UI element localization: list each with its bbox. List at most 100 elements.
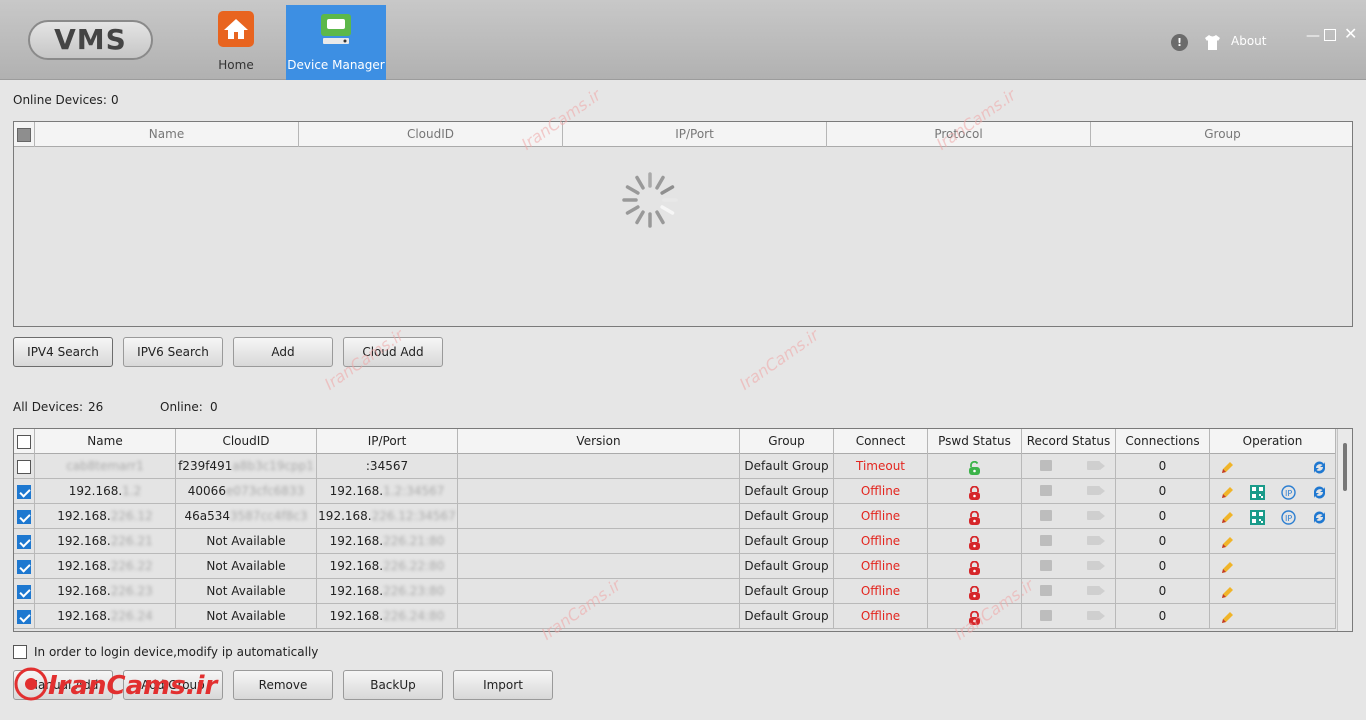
row-checkbox[interactable] xyxy=(14,504,35,528)
edit-icon[interactable] xyxy=(1220,584,1235,599)
device-connections: 0 xyxy=(1116,554,1210,578)
edit-icon[interactable] xyxy=(1220,459,1235,474)
col-group[interactable]: Group xyxy=(1091,122,1352,147)
info-icon[interactable]: ! xyxy=(1171,34,1188,51)
pswd-status-cell xyxy=(928,554,1022,578)
col-connections[interactable]: Connections xyxy=(1116,429,1210,454)
table-row[interactable]: 192.168.226.23 Not Available 192.168.226.2… xyxy=(14,579,1336,604)
operation-cell: IP xyxy=(1210,479,1336,503)
device-version xyxy=(458,504,740,528)
import-button[interactable]: Import xyxy=(453,670,553,700)
record-disk-icon xyxy=(1040,585,1052,596)
select-all-online-checkbox[interactable] xyxy=(14,122,35,147)
auto-modify-ip-checkbox[interactable] xyxy=(13,644,27,659)
brand-watermark: IranCams.ir xyxy=(14,667,217,707)
record-disk-icon xyxy=(1040,460,1052,471)
device-group: Default Group xyxy=(740,579,834,603)
device-group: Default Group xyxy=(740,454,834,478)
brand-logo-icon xyxy=(14,667,48,701)
device-connections: 0 xyxy=(1116,504,1210,528)
edit-icon[interactable] xyxy=(1220,559,1235,574)
device-group: Default Group xyxy=(740,479,834,503)
maximize-button[interactable] xyxy=(1324,29,1336,41)
edit-icon[interactable] xyxy=(1220,609,1235,624)
col-cloudid[interactable]: CloudID xyxy=(176,429,317,454)
device-ipport: 192.168.226.22:80 xyxy=(317,554,458,578)
online-count: 0 xyxy=(210,400,218,414)
device-name: cab8temarr1 xyxy=(35,454,176,478)
pswd-status-cell xyxy=(928,454,1022,478)
table-scrollbar[interactable] xyxy=(1337,429,1352,631)
row-checkbox[interactable] xyxy=(14,579,35,603)
operation-cell xyxy=(1210,579,1336,603)
col-record-status[interactable]: Record Status xyxy=(1022,429,1116,454)
refresh-icon[interactable] xyxy=(1312,484,1327,499)
row-checkbox[interactable] xyxy=(14,554,35,578)
qr-code-icon[interactable] xyxy=(1250,484,1265,500)
online-label: Online: xyxy=(160,400,203,414)
device-group: Default Group xyxy=(740,604,834,628)
nav-device-manager-button[interactable]: Device Manager xyxy=(286,5,386,80)
table-row[interactable]: 192.168.1.2 40066e073cfc6833 192.168.1.2:3… xyxy=(14,479,1336,504)
row-checkbox[interactable] xyxy=(14,604,35,628)
all-devices-count: 26 xyxy=(88,400,104,414)
col-pswd-status[interactable]: Pswd Status xyxy=(928,429,1022,454)
refresh-icon[interactable] xyxy=(1312,459,1327,474)
col-name[interactable]: Name xyxy=(35,122,299,147)
record-camera-icon xyxy=(1087,486,1100,495)
add-button[interactable]: Add xyxy=(233,337,333,367)
operation-cell xyxy=(1210,529,1336,553)
table-row[interactable] xyxy=(14,629,1336,631)
record-disk-icon xyxy=(1040,510,1052,521)
edit-icon[interactable] xyxy=(1220,534,1235,549)
lock-icon xyxy=(968,529,981,553)
device-group: Default Group xyxy=(740,529,834,553)
col-version[interactable]: Version xyxy=(458,429,740,454)
table-row[interactable]: 192.168.226.22 Not Available 192.168.226.2… xyxy=(14,554,1336,579)
refresh-icon[interactable] xyxy=(1312,509,1327,524)
device-name: 192.168.226.23 xyxy=(35,579,176,603)
remove-button[interactable]: Remove xyxy=(233,670,333,700)
operation-cell xyxy=(1210,554,1336,578)
device-connections: 0 xyxy=(1116,479,1210,503)
record-status-cell xyxy=(1022,504,1116,528)
device-connections: 0 xyxy=(1116,579,1210,603)
col-ipport[interactable]: IP/Port xyxy=(563,122,827,147)
record-status-cell xyxy=(1022,604,1116,628)
row-checkbox[interactable] xyxy=(14,529,35,553)
ipv4-search-button[interactable]: IPV4 Search xyxy=(13,337,113,367)
title-bar: VMS Home Device Manager ! About — ✕ xyxy=(0,0,1366,80)
device-name: 192.168.226.22 xyxy=(35,554,176,578)
edit-icon[interactable] xyxy=(1220,509,1235,524)
about-link[interactable]: About xyxy=(1231,34,1266,48)
qr-code-icon[interactable] xyxy=(1250,509,1265,525)
col-operation[interactable]: Operation xyxy=(1210,429,1336,454)
col-name[interactable]: Name xyxy=(35,429,176,454)
nav-home-label: Home xyxy=(218,58,254,72)
table-row[interactable]: 192.168.226.12 46a5343587cc4f8c3 192.168.2… xyxy=(14,504,1336,529)
edit-icon[interactable] xyxy=(1220,484,1235,499)
device-ipport: 192.168.226.23:80 xyxy=(317,579,458,603)
all-devices-table: Name CloudID IP/Port Version Group Conne… xyxy=(13,428,1353,632)
ip-icon[interactable]: IP xyxy=(1281,509,1296,525)
scroll-thumb[interactable] xyxy=(1343,443,1347,491)
close-button[interactable]: ✕ xyxy=(1344,24,1357,43)
col-group[interactable]: Group xyxy=(740,429,834,454)
table-row[interactable]: 192.168.226.24 Not Available 192.168.226.2… xyxy=(14,604,1336,629)
svg-text:IP: IP xyxy=(1285,514,1292,523)
ip-icon[interactable]: IP xyxy=(1281,484,1296,500)
nav-home-button[interactable]: Home xyxy=(186,5,286,80)
device-connections: 0 xyxy=(1116,454,1210,478)
col-connect[interactable]: Connect xyxy=(834,429,928,454)
row-checkbox[interactable] xyxy=(14,479,35,503)
row-checkbox[interactable] xyxy=(14,454,35,478)
skin-icon[interactable] xyxy=(1204,34,1221,51)
table-row[interactable]: 192.168.226.21 Not Available 192.168.226.2… xyxy=(14,529,1336,554)
select-all-checkbox[interactable] xyxy=(14,429,35,454)
backup-button[interactable]: BackUp xyxy=(343,670,443,700)
ipv6-search-button[interactable]: IPV6 Search xyxy=(123,337,223,367)
record-disk-icon xyxy=(1040,560,1052,571)
col-ipport[interactable]: IP/Port xyxy=(317,429,458,454)
minimize-button[interactable]: — xyxy=(1306,28,1320,44)
table-row[interactable]: cab8temarr1 f239f491a8b3c19cpp1:34567 Defa… xyxy=(14,454,1336,479)
